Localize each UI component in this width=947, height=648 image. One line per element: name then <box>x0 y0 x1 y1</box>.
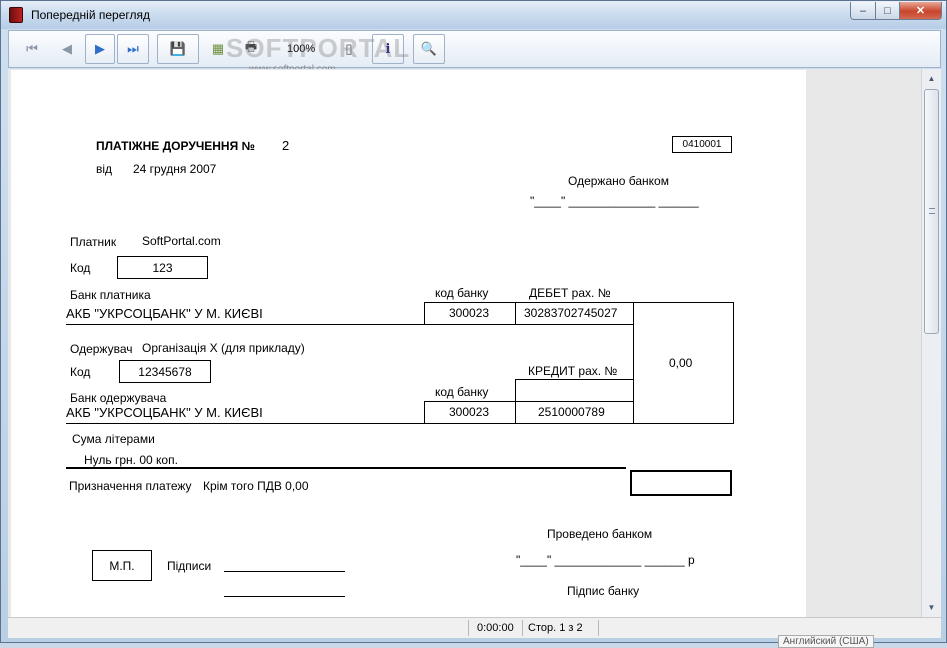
payer-bank-label: Банк платника <box>70 288 151 302</box>
payer-bank-name: АКБ "УКРСОЦБАНК" У М. КИЄВІ <box>66 306 263 321</box>
processed-date-line: "____" _____________ ______ р <box>516 553 695 567</box>
grip-icon <box>929 208 935 214</box>
stamp-box: М.П. <box>92 550 152 581</box>
amount-words-line <box>66 467 626 469</box>
credit-box-mid <box>424 401 633 402</box>
scroll-thumb[interactable] <box>924 89 939 334</box>
payer-label: Платник <box>70 235 117 249</box>
recipient-label: Одержувач <box>70 342 133 356</box>
payer-code-label: Код <box>70 261 91 275</box>
doc-date: 24 грудня 2007 <box>133 162 217 176</box>
status-time: 0:00:00 <box>477 622 514 634</box>
next-page-icon[interactable]: ▶ <box>85 34 115 64</box>
table-vline <box>633 302 634 423</box>
recipient-bank-name: АКБ "УКРСОЦБАНК" У М. КИЄВІ <box>66 405 263 420</box>
signature-line-2 <box>224 596 345 597</box>
close-button[interactable]: ✕ <box>899 2 942 20</box>
last-page-icon[interactable]: ⏭ <box>117 34 149 64</box>
received-by-bank: Одержано банком <box>568 174 669 188</box>
date-prefix: від <box>96 162 113 176</box>
title-bar[interactable]: Попередній перегляд – □ ✕ <box>1 1 946 29</box>
credit-account: 2510000789 <box>538 405 605 419</box>
recipient-bank-label: Банк одержувача <box>70 391 167 405</box>
app-icon <box>9 7 23 23</box>
maximize-button[interactable]: □ <box>875 2 900 20</box>
document-page: ПЛАТІЖНЕ ДОРУЧЕННЯ № 2 0410001 від 24 гр… <box>11 70 806 617</box>
recipient-code-label: Код <box>70 365 91 379</box>
window-title: Попередній перегляд <box>31 8 151 22</box>
processed-by-bank: Проведено банком <box>547 527 653 541</box>
purpose: Крім того ПДВ 0,00 <box>203 479 309 493</box>
table-vline <box>424 302 425 324</box>
payer-bank-code: 300023 <box>449 306 490 320</box>
doc-title: ПЛАТІЖНЕ ДОРУЧЕННЯ № <box>96 139 255 153</box>
table-vline <box>515 401 516 423</box>
credit-header: КРЕДИТ рах. № <box>528 364 618 378</box>
bank-code-header-2: код банку <box>435 385 489 399</box>
table-vline <box>733 302 734 423</box>
signatures-label: Підписи <box>167 559 212 573</box>
first-page-icon[interactable]: ⏮ <box>17 34 47 64</box>
watermark-logo: SOFTPORTAL <box>226 33 411 63</box>
minimize-button[interactable]: – <box>850 2 876 20</box>
form-code: 0410001 <box>672 136 732 153</box>
status-divider <box>598 620 599 636</box>
bank-signature-label: Підпис банку <box>567 584 640 598</box>
preview-viewport[interactable]: ПЛАТІЖНЕ ДОРУЧЕННЯ № 2 0410001 від 24 гр… <box>8 69 921 617</box>
amount-words: Нуль грн. 00 коп. <box>84 453 178 467</box>
bank-code-header: код банку <box>435 286 489 300</box>
save-icon[interactable]: 💾 <box>157 34 199 64</box>
language-indicator[interactable]: Английский (США) <box>778 635 874 648</box>
status-divider <box>468 620 469 636</box>
received-date-line: "____" _____________ ______ <box>530 194 699 208</box>
credit-box-top <box>515 379 633 380</box>
toolbar: ⏮ ◀ ▶ ⏭ 💾 ▦ 🖶 100% ▯ i 🔍 <box>8 30 941 68</box>
scroll-up-arrow-icon[interactable]: ▲ <box>922 70 941 87</box>
recipient-bank-code: 300023 <box>449 405 490 419</box>
recipient-bank-line <box>66 423 734 424</box>
doc-number: 2 <box>282 138 290 153</box>
amount: 0,00 <box>669 356 693 370</box>
amount-words-label: Сума літерами <box>72 432 155 446</box>
table-vline <box>424 401 425 423</box>
vertical-scrollbar[interactable]: ▲ ▼ <box>921 69 941 617</box>
table-vline <box>515 379 516 401</box>
debit-account: 30283702745027 <box>524 306 618 320</box>
payer-name: SoftPortal.com <box>142 234 221 248</box>
empty-box <box>630 470 732 496</box>
debit-header: ДЕБЕТ рах. № <box>529 286 611 300</box>
recipient-name: Організація Х (для прикладу) <box>142 341 305 355</box>
table-top-line <box>424 302 734 303</box>
table-vline <box>515 302 516 324</box>
signature-line-1 <box>224 571 345 572</box>
status-page: Стор. 1 з 2 <box>528 622 583 634</box>
prev-page-icon[interactable]: ◀ <box>53 34 81 64</box>
purpose-label: Призначення платежу <box>69 479 192 493</box>
preview-window: Попередній перегляд – □ ✕ ⏮ ◀ ▶ ⏭ 💾 ▦ 🖶 … <box>0 0 947 643</box>
find-icon[interactable]: 🔍 <box>413 34 445 64</box>
status-divider <box>522 620 523 636</box>
payer-bank-line <box>66 324 633 325</box>
payer-code: 123 <box>117 256 208 279</box>
scroll-down-arrow-icon[interactable]: ▼ <box>922 599 941 616</box>
recipient-code: 12345678 <box>119 360 211 383</box>
